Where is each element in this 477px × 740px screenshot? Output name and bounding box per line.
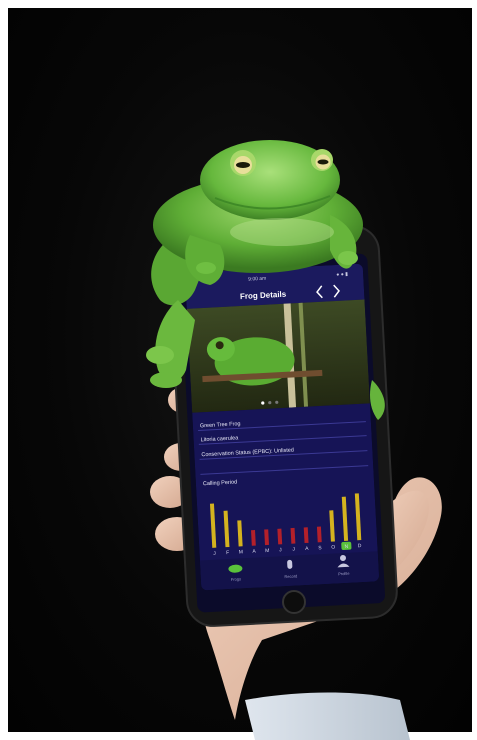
calling-bar-9 — [316, 526, 322, 543]
microphone-icon[interactable] — [287, 559, 293, 569]
calling-bar-7 — [290, 527, 296, 544]
home-button — [282, 590, 306, 614]
month-label[interactable]: M — [265, 548, 269, 554]
photo-frame: 9:00 am ● ● ▮ Frog Details Green Tree Fr… — [0, 0, 477, 740]
month-label[interactable]: O — [331, 544, 335, 550]
month-label[interactable]: N — [344, 544, 348, 550]
phone-screen: 9:00 am ● ● ▮ Frog Details Green Tree Fr… — [184, 263, 380, 591]
tab-frogs[interactable]: Frogs — [231, 576, 241, 582]
calling-bar-4 — [251, 530, 256, 546]
tab-profile[interactable]: Profile — [338, 571, 350, 577]
status-time: 9:00 am — [248, 276, 266, 283]
month-label[interactable]: F — [226, 550, 229, 556]
photo-scene: 9:00 am ● ● ▮ Frog Details Green Tree Fr… — [146, 140, 442, 740]
month-label[interactable]: M — [239, 549, 243, 555]
calling-bar-8 — [303, 527, 309, 544]
calling-bar-5 — [264, 529, 270, 546]
calling-bar-6 — [277, 528, 283, 545]
status-indicators: ● ● ▮ — [336, 271, 348, 278]
month-label[interactable]: D — [358, 543, 362, 549]
tab-record[interactable]: Record — [284, 573, 297, 579]
